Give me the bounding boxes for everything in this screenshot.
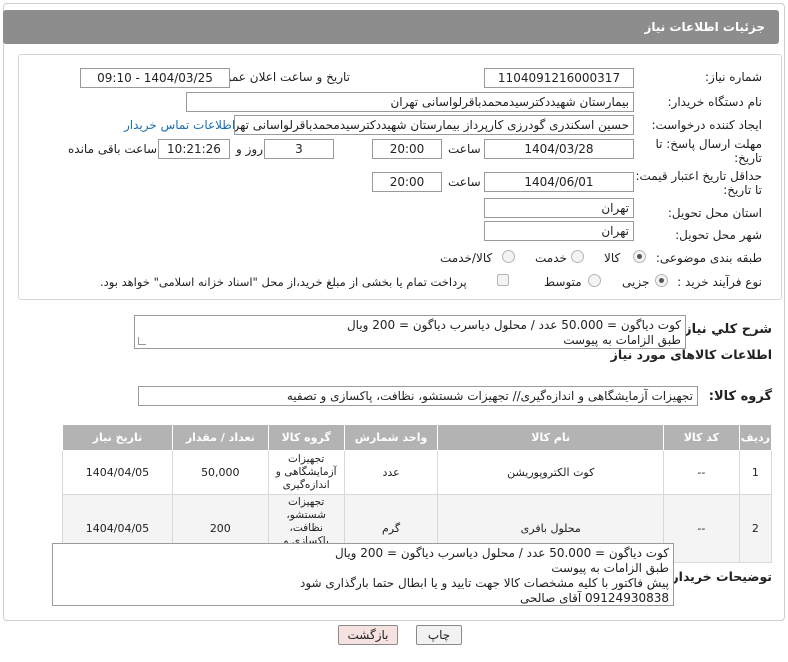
validity-label-date: تا تاریخ: [723, 183, 762, 197]
summary-line-2: طبق الزامات به پیوست [563, 333, 681, 347]
days-remaining-field: 3 [264, 139, 334, 159]
process-label: نوع فرآیند خرید : [677, 275, 762, 289]
process-option-minor: جزیی [622, 275, 650, 289]
row-code: -- [662, 450, 740, 495]
category-radio-goods[interactable] [633, 250, 646, 263]
deadline-label-date: تاریخ: [734, 151, 762, 165]
category-label: طبقه بندی موضوعی: [655, 251, 762, 265]
deadline-label: مهلت ارسال پاسخ: تا [655, 137, 762, 151]
row-group: تجهیزات آزمایشگاهی و اندازه‌گیری [267, 450, 345, 495]
goods-table-header: ردیف کد کالا نام کالا واحد شمارش گروه کا… [62, 424, 773, 451]
buyer-notes-line-1: کوت دیاگون = 50.000 عدد / محلول دیاسرب د… [334, 546, 669, 560]
deadline-date-field: 1404/03/28 [484, 139, 634, 159]
col-qty: تعداد / مقدار [171, 424, 269, 451]
row-date: 1404/04/05 [62, 450, 173, 495]
buyer-org-field: بیمارستان شهیددکترسیدمحمدباقرلواسانی تهر… [186, 92, 634, 112]
process-radio-minor[interactable] [655, 274, 668, 287]
creator-field: حسین اسکندری گودرزی کارپرداز بیمارستان ش… [234, 115, 634, 135]
row-index: 2 [738, 494, 773, 563]
buyer-org-label: نام دستگاه خریدار: [667, 95, 763, 109]
process-option-medium: متوسط [544, 275, 582, 289]
summary-textarea[interactable]: کوت دیاگون = 50.000 عدد / محلول دیاسرب د… [134, 315, 686, 349]
validity-time-field: 20:00 [372, 172, 442, 192]
province-label: استان محل تحویل: [667, 206, 762, 220]
col-group: گروه کالا [267, 424, 345, 451]
need-number-field: 1104091216000317 [484, 68, 634, 88]
province-field: تهران [484, 198, 634, 218]
summary-line-1: کوت دیاگون = 50.000 عدد / محلول دیاسرب د… [346, 318, 681, 332]
goods-group-field: تجهیزات آزمایشگاهی و اندازه‌گیری// تجهیز… [138, 386, 698, 406]
back-button[interactable]: بازگشت [338, 625, 398, 645]
row-code: -- [662, 494, 740, 563]
treasury-payment-checkbox[interactable] [497, 274, 509, 286]
buyer-notes-line-3: پیش فاکتور با کلیه مشخصات کالا جهت تایید… [300, 576, 669, 590]
validity-date-field: 1404/06/01 [484, 172, 634, 192]
page-title: جزئیات اطلاعات نیاز [3, 10, 779, 44]
need-number-label: شماره نیاز: [705, 70, 762, 84]
announce-field: 1404/03/25 - 09:10 [80, 68, 230, 88]
row-qty: 50,000 [171, 450, 269, 495]
remaining-time-label: ساعت باقی مانده [68, 142, 158, 156]
col-unit: واحد شمارش [343, 424, 439, 451]
city-field: تهران [484, 221, 634, 241]
deadline-time-label: ساعت [448, 142, 481, 156]
category-radio-goods-service[interactable] [502, 250, 515, 263]
category-option-service: خدمت [535, 251, 567, 265]
contact-buyer-link[interactable]: اطلاعات تماس خریدار [124, 118, 235, 132]
buyer-notes-line-2: طبق الزامات به پیوست [551, 561, 669, 575]
table-row[interactable]: 1 -- کوت الکتروپوریشن عدد تجهیزات آزمایش… [62, 450, 773, 495]
row-unit: عدد [343, 450, 439, 495]
summary-label: شرح کلي نياز: [678, 322, 772, 337]
deadline-time-field: 20:00 [372, 139, 442, 159]
city-label: شهر محل تحویل: [675, 228, 762, 242]
process-radio-medium[interactable] [588, 274, 601, 287]
goods-group-label: گروه کالا: [708, 389, 772, 404]
category-option-goods-service: کالا/خدمت [440, 251, 493, 265]
buyer-notes-textarea[interactable]: کوت دیاگون = 50.000 عدد / محلول دیاسرب د… [52, 543, 674, 606]
col-date: تاریخ نیاز [62, 424, 173, 451]
goods-section-title: اطلاعات کالاهای مورد نیاز [610, 347, 772, 362]
validity-time-label: ساعت [448, 175, 481, 189]
category-option-goods: کالا [604, 251, 621, 265]
treasury-payment-note: پرداخت تمام یا بخشی از مبلغ خرید،از محل … [100, 275, 467, 289]
row-index: 1 [738, 450, 773, 495]
validity-label: حداقل تاریخ اعتبار قیمت: [635, 169, 762, 183]
days-label: روز و [236, 142, 263, 156]
buyer-notes-label: توضیحات خریدار: [666, 569, 772, 584]
remaining-time-field: 10:21:26 [158, 139, 230, 159]
resize-grip-icon[interactable] [138, 337, 146, 345]
col-name: نام کالا [437, 424, 664, 451]
row-name: کوت الکتروپوریشن [437, 450, 664, 495]
buyer-notes-line-4: 09124930838 آقای صالحی [520, 591, 669, 605]
category-radio-service[interactable] [571, 250, 584, 263]
creator-label: ایجاد کننده درخواست: [651, 118, 762, 132]
col-row: ردیف [738, 424, 773, 451]
print-button[interactable]: چاپ [416, 625, 462, 645]
col-code: کد کالا [662, 424, 740, 451]
